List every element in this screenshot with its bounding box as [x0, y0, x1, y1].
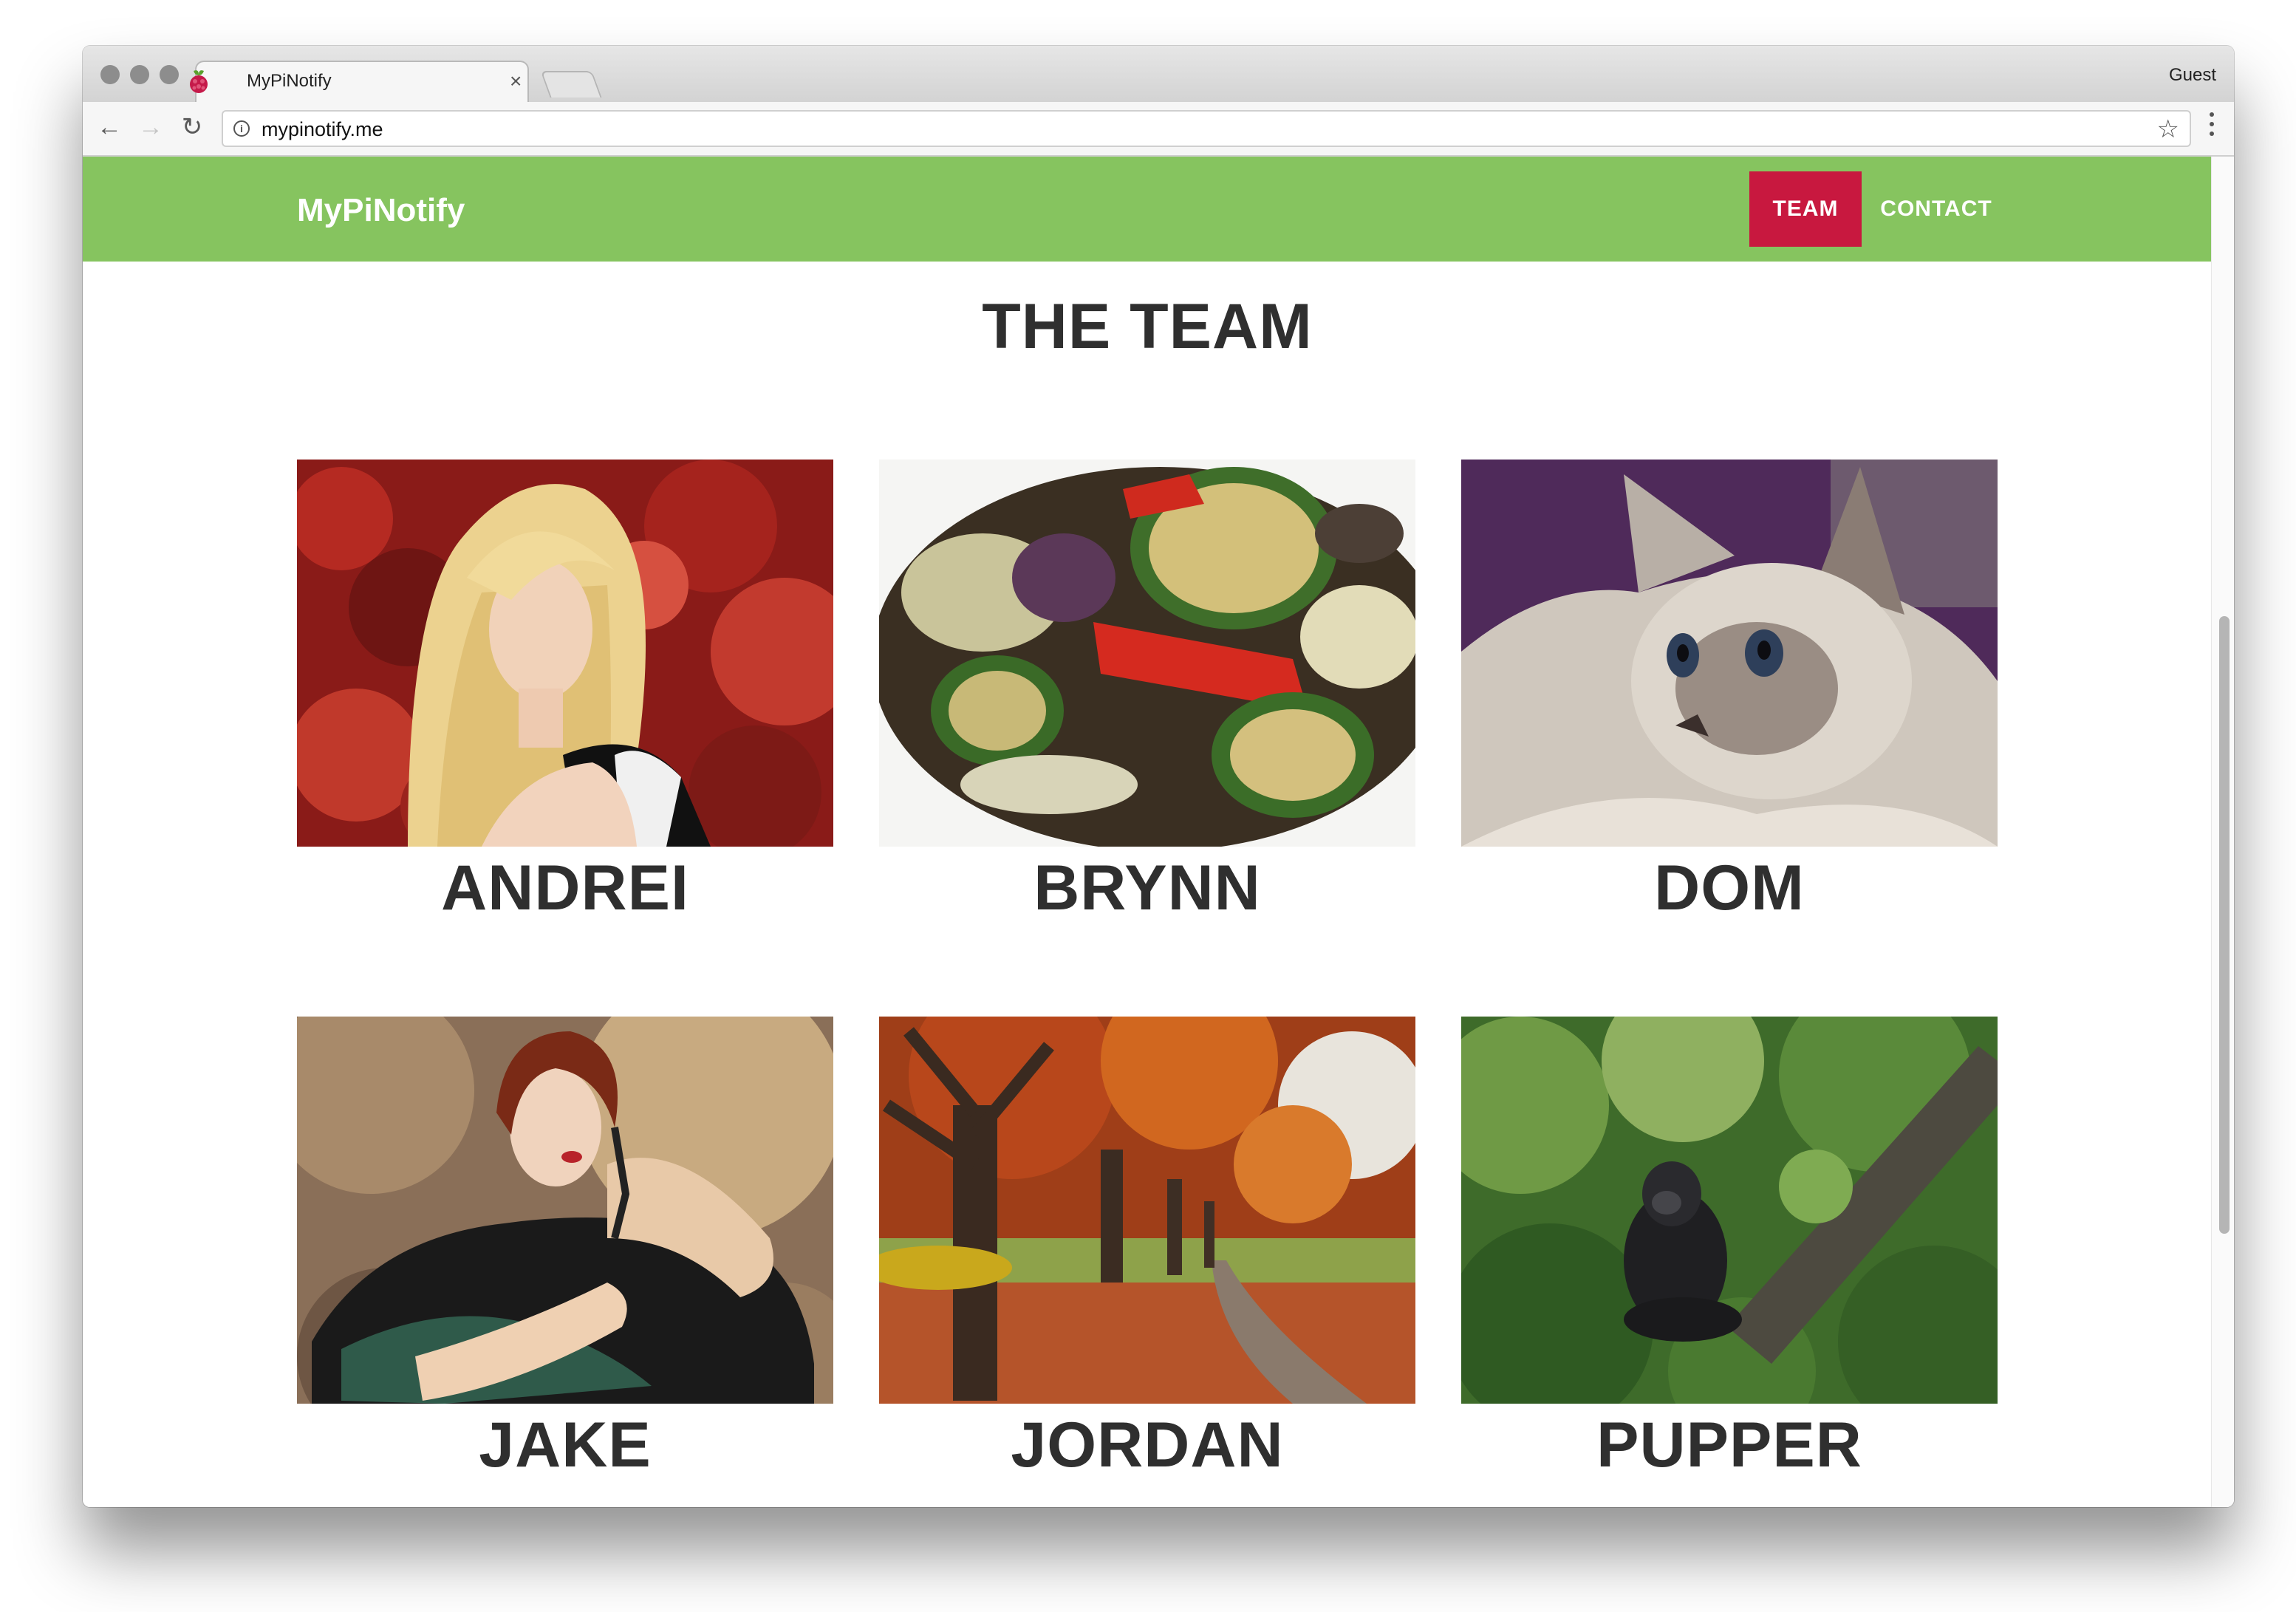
team-card-dom[interactable]: DOM: [1461, 460, 1998, 925]
back-arrow-icon[interactable]: ←: [95, 112, 124, 142]
close-window-icon[interactable]: [100, 65, 120, 84]
nav-link-team[interactable]: TEAM: [1749, 171, 1862, 247]
new-tab-button[interactable]: [540, 71, 602, 98]
team-card-jake[interactable]: JAKE: [297, 1017, 833, 1482]
gorilla-forest-photo: [1461, 1017, 1998, 1404]
team-member-name: JORDAN: [1011, 1410, 1284, 1480]
browser-tab[interactable]: [195, 61, 529, 103]
nav-link-contact[interactable]: CONTACT: [1873, 171, 1999, 247]
team-member-name: DOM: [1654, 853, 1805, 923]
scrollbar-thumb[interactable]: [2219, 616, 2230, 1234]
address-bar[interactable]: i mypinotify.me ☆: [222, 110, 2191, 147]
site-navbar: MyPiNotify TEAM CONTACT: [83, 157, 2212, 262]
team-member-name: ANDREI: [441, 853, 689, 923]
team-card-brynn[interactable]: BRYNN: [879, 460, 1415, 925]
team-card-andrei[interactable]: ANDREI: [297, 460, 833, 925]
team-card-pupper[interactable]: PUPPER: [1461, 1017, 1998, 1482]
three-dots-menu-icon[interactable]: [2204, 112, 2219, 145]
minimize-window-icon[interactable]: [130, 65, 149, 84]
tab-close-icon[interactable]: ×: [510, 68, 522, 95]
woman-dark-dress-photo: [297, 1017, 833, 1404]
autumn-trees-path-photo: [879, 1017, 1415, 1404]
url-text[interactable]: mypinotify.me: [262, 116, 383, 143]
team-member-name: PUPPER: [1596, 1410, 1862, 1480]
tab-strip: MyPiNotify × Guest: [83, 46, 2234, 103]
browser-window: MyPiNotify × Guest ← → ↻ i mypinotify.me…: [83, 46, 2234, 1507]
forward-arrow-icon[interactable]: →: [136, 112, 165, 142]
scrollbar-track[interactable]: [2211, 157, 2234, 1507]
site-brand[interactable]: MyPiNotify: [297, 192, 465, 229]
reload-icon[interactable]: ↻: [177, 112, 207, 142]
grilled-vegetables-photo: [879, 460, 1415, 847]
blonde-woman-red-ivy-photo: [297, 460, 833, 847]
profile-label[interactable]: Guest: [2169, 64, 2216, 87]
team-member-name: BRYNN: [1033, 853, 1261, 923]
info-icon[interactable]: i: [233, 120, 250, 137]
team-member-name: JAKE: [479, 1410, 652, 1480]
raspberry-icon: [190, 70, 208, 93]
maximize-window-icon[interactable]: [160, 65, 179, 84]
team-card-jordan[interactable]: JORDAN: [879, 1017, 1415, 1482]
page-viewport: MyPiNotify TEAM CONTACT THE TEAM ANDREI …: [83, 157, 2234, 1507]
browser-toolbar: ← → ↻ i mypinotify.me ☆: [83, 102, 2234, 157]
white-cat-photo: [1461, 460, 1998, 847]
tab-title: MyPiNotify: [247, 71, 332, 91]
star-icon[interactable]: ☆: [2157, 113, 2179, 146]
section-title: THE TEAM: [982, 291, 1313, 362]
